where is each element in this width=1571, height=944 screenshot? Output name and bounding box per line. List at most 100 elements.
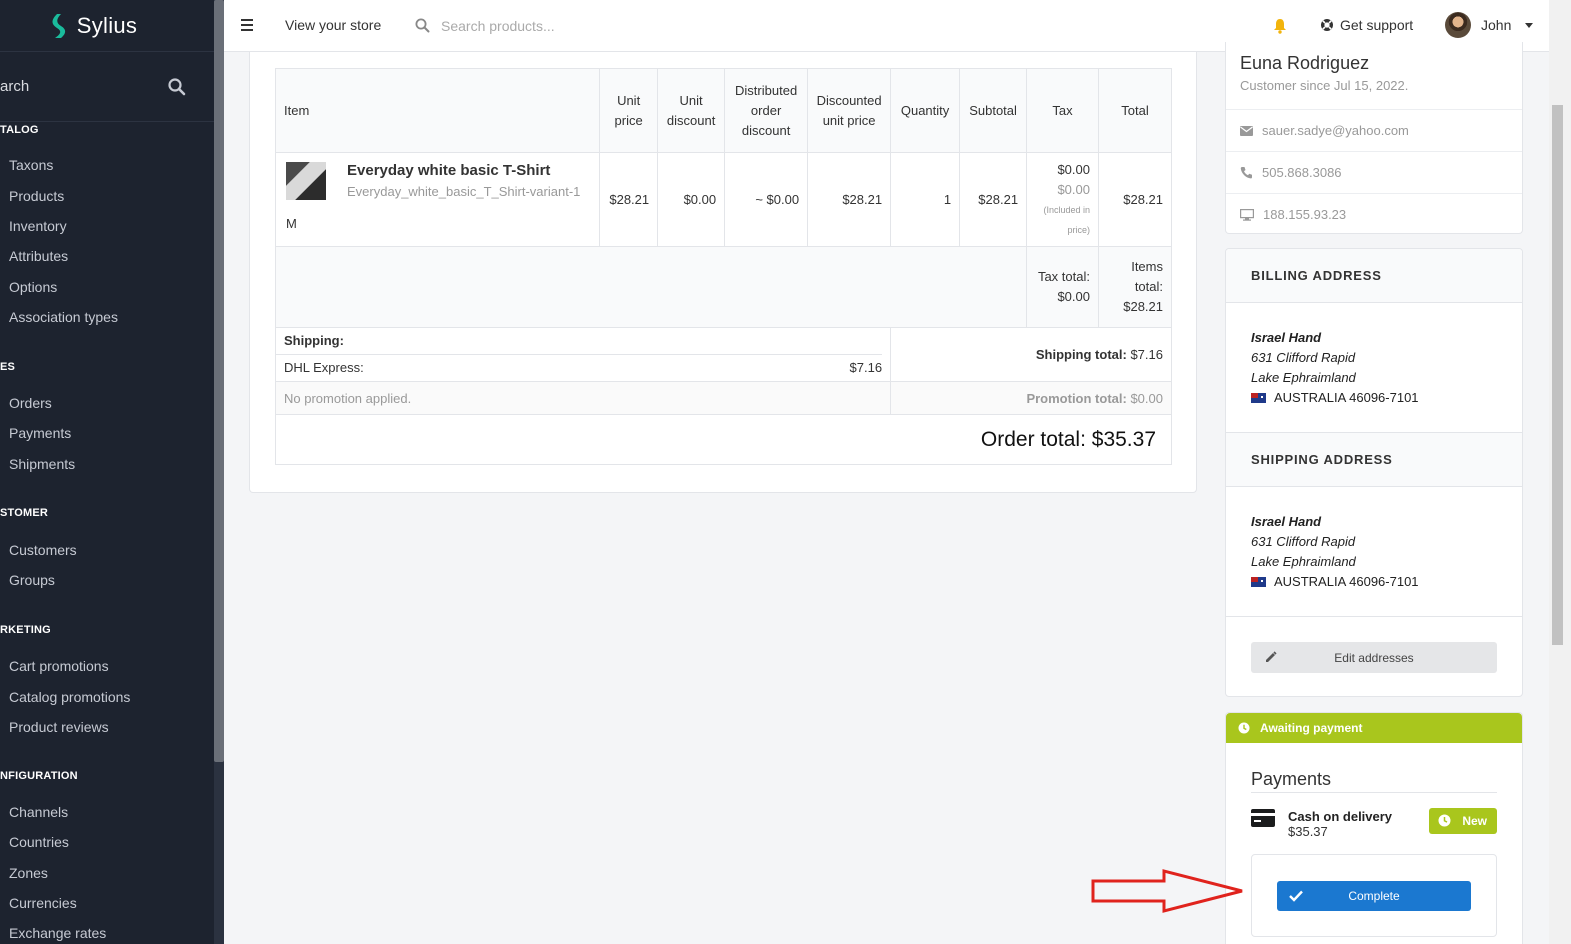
sidebar-item-exchange-rates[interactable]: Exchange rates — [9, 925, 106, 941]
shipping-label: Shipping: — [276, 328, 883, 355]
complete-button[interactable]: Complete — [1277, 881, 1471, 911]
get-support-label: Get support — [1340, 17, 1414, 33]
get-support-link[interactable]: Get support — [1320, 17, 1413, 33]
search-icon — [415, 18, 430, 33]
status-badge: New — [1429, 808, 1497, 834]
column-header-total: Total — [1097, 68, 1173, 153]
product-size: M — [286, 216, 297, 231]
sidebar-item-shipments[interactable]: Shipments — [9, 456, 75, 472]
sidebar-item-product-reviews[interactable]: Product reviews — [9, 719, 109, 735]
billing-country: AUSTRALIA 46096-7101 — [1274, 390, 1419, 405]
desktop-icon — [1240, 208, 1254, 221]
order-total: Order total: $35.37 — [980, 427, 1156, 451]
items-total-cell: Items total: $28.21 — [1097, 246, 1173, 328]
totals-spacer — [274, 246, 1028, 328]
check-icon — [1289, 890, 1303, 902]
sidebar-scrollbar-thumb[interactable] — [214, 0, 224, 762]
table-header-row: Item Unit price Unit discount Distribute… — [274, 68, 1173, 153]
sidebar-section-customer: STOMER — [0, 507, 49, 519]
billing-name: Israel Hand — [1251, 330, 1322, 345]
column-header-discounted-unit-price: Discounted unit price — [807, 68, 892, 153]
shipping-row: Shipping: DHL Express: $7.16 Shipping to… — [274, 327, 1172, 382]
customer-name[interactable]: Euna Rodriguez — [1240, 53, 1369, 74]
customer-since: Customer since Jul 15, 2022. — [1240, 78, 1409, 93]
user-menu[interactable]: John — [1445, 12, 1534, 38]
payment-method: Cash on delivery — [1288, 809, 1393, 824]
subtotal-cell: $28.21 — [959, 152, 1028, 247]
bell-icon[interactable] — [1273, 18, 1287, 34]
billing-city: Lake Ephraimland — [1251, 370, 1356, 385]
tax-total-label: Tax total: — [1037, 269, 1090, 284]
sidebar: Sylius arch TALOG Taxons Products Invent… — [0, 0, 214, 944]
customer-phone: 505.868.3086 — [1262, 165, 1342, 180]
payment-status: Awaiting payment — [1260, 721, 1363, 735]
customer-email[interactable]: sauer.sadye@yahoo.com — [1262, 123, 1409, 138]
sidebar-item-options[interactable]: Options — [9, 279, 57, 295]
sidebar-section-sales: ES — [0, 361, 16, 373]
sidebar-item-currencies[interactable]: Currencies — [9, 895, 77, 911]
shipping-address: Israel Hand 631 Clifford Rapid Lake Ephr… — [1251, 512, 1419, 592]
items-total-label: Items — [1131, 259, 1163, 274]
edit-addresses-button[interactable]: Edit addresses — [1251, 642, 1497, 673]
sidebar-item-taxons[interactable]: Taxons — [9, 157, 53, 173]
search-icon[interactable] — [168, 78, 186, 96]
sidebar-item-groups[interactable]: Groups — [9, 572, 55, 588]
billing-street: 631 Clifford Rapid — [1251, 350, 1356, 365]
sidebar-item-countries[interactable]: Countries — [9, 834, 69, 850]
sidebar-section-configuration: NFIGURATION — [0, 770, 78, 782]
promotion-total-value: $0.00 — [1130, 390, 1163, 406]
column-header-distributed-discount: Distributed order discount — [724, 68, 809, 153]
discounted-unit-price-cell: $28.21 — [807, 152, 892, 247]
column-header-unit-price: Unit price — [599, 68, 659, 153]
arrow-annotation-icon — [1091, 869, 1243, 913]
address-card: BILLING ADDRESS Israel Hand 631 Clifford… — [1225, 248, 1523, 697]
column-header-quantity: Quantity — [890, 68, 961, 153]
promotion-text: No promotion applied. — [274, 381, 892, 415]
promotion-row: No promotion applied. Promotion total: $… — [274, 381, 1172, 415]
sidebar-item-orders[interactable]: Orders — [9, 395, 52, 411]
shipping-method-name: DHL Express: — [284, 360, 364, 375]
sidebar-item-catalog-promotions[interactable]: Catalog promotions — [9, 689, 130, 705]
sidebar-item-attributes[interactable]: Attributes — [9, 248, 68, 264]
product-search-input[interactable] — [441, 14, 681, 38]
sidebar-section-catalog: TALOG — [0, 124, 39, 136]
envelope-icon — [1240, 125, 1253, 136]
page-scrollbar[interactable] — [1549, 0, 1571, 944]
sylius-logo[interactable]: Sylius — [0, 0, 214, 52]
sidebar-item-cart-promotions[interactable]: Cart promotions — [9, 658, 109, 674]
menu-toggle-icon[interactable] — [241, 19, 253, 31]
product-thumbnail[interactable] — [286, 162, 326, 200]
tax-included-note-end: price) — [1067, 224, 1090, 235]
payment-card: Awaiting payment Payments Cash on delive… — [1225, 712, 1523, 944]
app-name: Sylius — [76, 12, 138, 38]
product-name[interactable]: Everyday white basic T-Shirt — [347, 162, 550, 179]
australia-flag-icon — [1251, 393, 1266, 403]
tax-included-value: $0.00 — [1057, 181, 1090, 197]
sidebar-item-association-types[interactable]: Association types — [9, 309, 118, 325]
unit-discount-cell: $0.00 — [657, 152, 726, 247]
sidebar-item-channels[interactable]: Channels — [9, 804, 68, 820]
column-header-unit-discount: Unit discount — [657, 68, 726, 153]
view-store-link[interactable]: View your store — [285, 17, 381, 33]
sidebar-item-customers[interactable]: Customers — [9, 542, 77, 558]
sidebar-item-inventory[interactable]: Inventory — [9, 218, 67, 234]
sidebar-search[interactable]: arch — [0, 52, 214, 122]
tax-total-cell: Tax total: $0.00 — [1026, 246, 1099, 328]
billing-address-title: BILLING ADDRESS — [1226, 249, 1522, 303]
customer-email-row: sauer.sadye@yahoo.com — [1226, 109, 1522, 151]
distributed-discount-cell: ~ $0.00 — [724, 152, 809, 247]
status-badge-label: New — [1462, 814, 1487, 828]
tax-cell: $0.00 $0.00 (Included in price) — [1026, 152, 1099, 247]
sidebar-scrollbar[interactable] — [214, 0, 224, 944]
payment-amount: $35.37 — [1288, 824, 1328, 839]
lifebuoy-icon — [1321, 19, 1333, 31]
complete-payment-form: Complete — [1251, 854, 1497, 937]
sidebar-search-label: arch — [0, 78, 30, 95]
sidebar-section-marketing: RKETING — [0, 624, 51, 636]
shipping-street: 631 Clifford Rapid — [1251, 534, 1356, 549]
sidebar-item-products[interactable]: Products — [9, 188, 64, 204]
page-scrollbar-thumb[interactable] — [1552, 105, 1563, 645]
sidebar-item-payments[interactable]: Payments — [9, 425, 71, 441]
sidebar-item-zones[interactable]: Zones — [9, 865, 48, 881]
shipping-country: AUSTRALIA 46096-7101 — [1274, 574, 1419, 589]
